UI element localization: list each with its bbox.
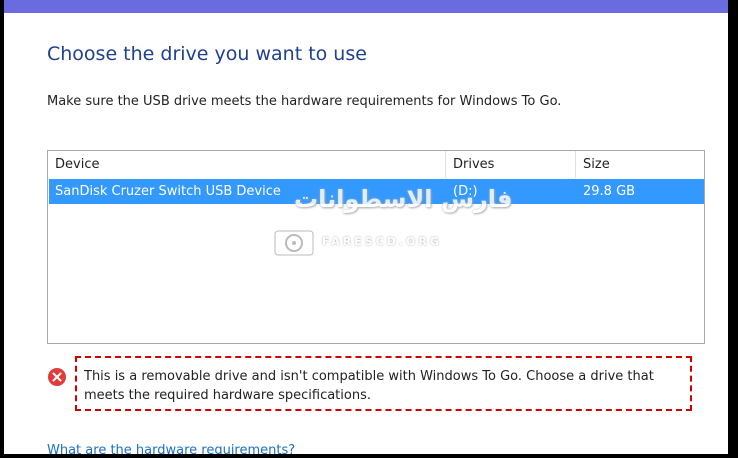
page-title: Choose the drive you want to use bbox=[47, 43, 367, 65]
instructions-text: Make sure the USB drive meets the hardwa… bbox=[47, 94, 562, 109]
drive-list-header: Device Drives Size bbox=[48, 151, 704, 178]
hardware-requirements-link[interactable]: What are the hardware requirements? bbox=[47, 443, 295, 454]
column-header-size[interactable]: Size bbox=[583, 151, 610, 178]
dialog-window: Choose the drive you want to use Make su… bbox=[4, 0, 728, 454]
error-icon bbox=[48, 368, 66, 386]
watermark-title: فارس الاسطوانات bbox=[294, 185, 513, 213]
error-message-line: This is a removable drive and isn't comp… bbox=[84, 369, 654, 384]
error-message-box: This is a removable drive and isn't comp… bbox=[75, 356, 692, 411]
disc-logo-icon bbox=[274, 230, 314, 256]
watermark: فارس الاسطوانات FARESCD.ORG bbox=[264, 185, 513, 265]
column-divider[interactable] bbox=[575, 151, 576, 178]
title-band bbox=[4, 0, 728, 13]
error-message-line: meets the required hardware specificatio… bbox=[84, 388, 371, 403]
device-name-cell: SanDisk Cruzer Switch USB Device bbox=[55, 184, 281, 199]
column-divider[interactable] bbox=[445, 151, 446, 178]
size-cell: 29.8 GB bbox=[583, 184, 636, 199]
column-header-drives[interactable]: Drives bbox=[453, 151, 494, 178]
error-message: This is a removable drive and isn't comp… bbox=[84, 367, 684, 405]
column-header-device[interactable]: Device bbox=[55, 151, 99, 178]
watermark-site: FARESCD.ORG bbox=[322, 235, 442, 248]
